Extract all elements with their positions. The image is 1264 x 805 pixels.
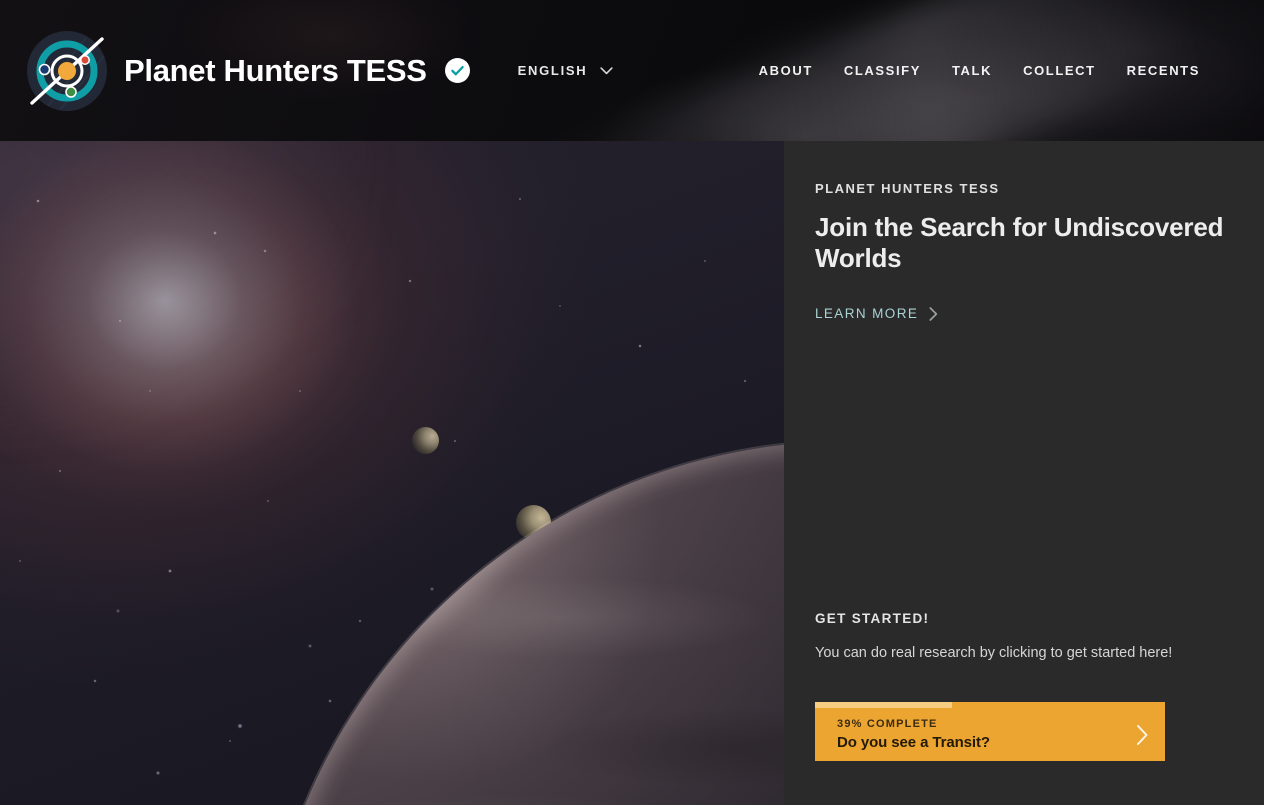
main-navigation: ABOUT CLASSIFY TALK COLLECT RECENTS [759, 63, 1200, 78]
nav-item-about[interactable]: ABOUT [759, 63, 813, 78]
nav-item-classify[interactable]: CLASSIFY [844, 63, 921, 78]
planet-hunters-tess-landing-page: Planet Hunters TESS ENGLISH ABOUT CLASSI [0, 0, 1264, 805]
brand[interactable]: Planet Hunters TESS [124, 53, 470, 89]
verified-check-icon [444, 58, 470, 83]
page-title: Planet Hunters TESS [124, 52, 427, 88]
get-started-title: GET STARTED! [815, 611, 930, 626]
classification-task-card[interactable]: 39% COMPLETE Do you see a Transit? [815, 702, 1165, 761]
panel-eyebrow: PLANET HUNTERS TESS [815, 181, 1000, 196]
language-selector-label: ENGLISH [517, 63, 588, 78]
chevron-right-icon [1136, 724, 1149, 746]
learn-more-label: LEARN MORE [815, 306, 919, 322]
planet-orbit-logo-icon[interactable] [26, 30, 108, 112]
get-started-section: GET STARTED! You can do real research by… [815, 611, 1233, 663]
nav-item-recents[interactable]: RECENTS [1127, 63, 1200, 78]
nav-item-collect[interactable]: COLLECT [1023, 63, 1096, 78]
chevron-right-icon [929, 307, 938, 321]
info-panel: PLANET HUNTERS TESS Join the Search for … [784, 141, 1264, 805]
get-started-text: You can do real research by clicking to … [815, 645, 1173, 661]
task-card-title: Do you see a Transit? [837, 734, 990, 751]
nav-item-talk[interactable]: TALK [952, 63, 992, 78]
language-selector[interactable]: ENGLISH [518, 63, 614, 78]
hero-space-illustration [0, 141, 784, 805]
learn-more-link[interactable]: LEARN MORE [815, 306, 938, 321]
site-header: Planet Hunters TESS ENGLISH ABOUT CLASSI [0, 0, 1264, 141]
panel-heading: Join the Search for Undiscovered Worlds [815, 212, 1224, 274]
chevron-down-icon [600, 66, 613, 75]
hero-moon-upper [412, 427, 439, 454]
task-progress-label: 39% COMPLETE [837, 718, 938, 730]
